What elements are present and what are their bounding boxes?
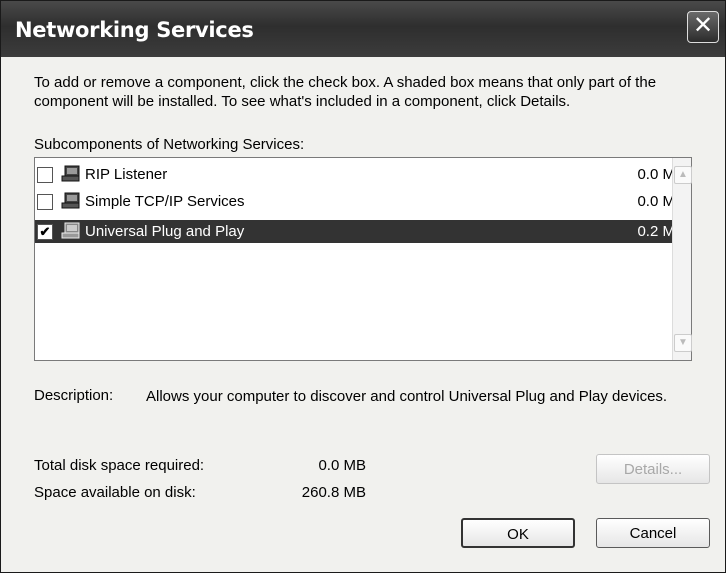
scrollbar[interactable]: ▲ ▼ [672, 158, 692, 360]
details-button[interactable]: Details... [596, 454, 710, 484]
component-label: Simple TCP/IP Services [85, 193, 245, 210]
list-item[interactable]: Simple TCP/IP Services 0.0 MB [35, 190, 689, 213]
chevron-up-icon: ▲ [678, 169, 688, 180]
computer-icon [61, 192, 80, 209]
components-list[interactable]: RIP Listener 0.0 MB Simple TCP/IP Servic… [34, 157, 692, 361]
component-label: Universal Plug and Play [85, 223, 245, 240]
close-icon: ✕ [692, 12, 714, 39]
available-disk-value: 260.8 MB [301, 484, 366, 501]
available-disk-label: Space available on disk: [34, 484, 196, 501]
window-title: Networking Services [15, 18, 254, 42]
component-label: RIP Listener [85, 166, 168, 183]
close-button[interactable]: ✕ [687, 11, 719, 43]
computer-icon [61, 165, 80, 182]
total-disk-value: 0.0 MB [318, 457, 366, 474]
description-text: Allows your computer to discover and con… [146, 388, 668, 405]
total-disk-label: Total disk space required: [34, 457, 205, 474]
chevron-down-icon: ▼ [678, 337, 688, 348]
intro-text: To add or remove a component, click the … [34, 74, 657, 110]
checkbox-checked[interactable]: ✔ [37, 224, 53, 240]
checkbox[interactable] [37, 194, 53, 210]
subcomponents-label: Subcomponents of Networking Services: [34, 136, 305, 153]
list-item[interactable]: RIP Listener 0.0 MB [35, 163, 689, 186]
ok-button[interactable]: OK [461, 518, 575, 548]
title-bar[interactable]: Networking Services ✕ [1, 1, 725, 57]
dialog-window: Networking Services ✕ To add or remove a… [0, 0, 726, 573]
description-label: Description: [34, 387, 114, 404]
checkbox[interactable] [37, 167, 53, 183]
computer-icon [61, 222, 80, 239]
scroll-up-button[interactable]: ▲ [674, 166, 692, 184]
list-item-selected[interactable]: ✔ Universal Plug and Play 0.2 MB [35, 220, 689, 243]
cancel-button[interactable]: Cancel [596, 518, 710, 548]
scroll-down-button[interactable]: ▼ [674, 334, 692, 352]
